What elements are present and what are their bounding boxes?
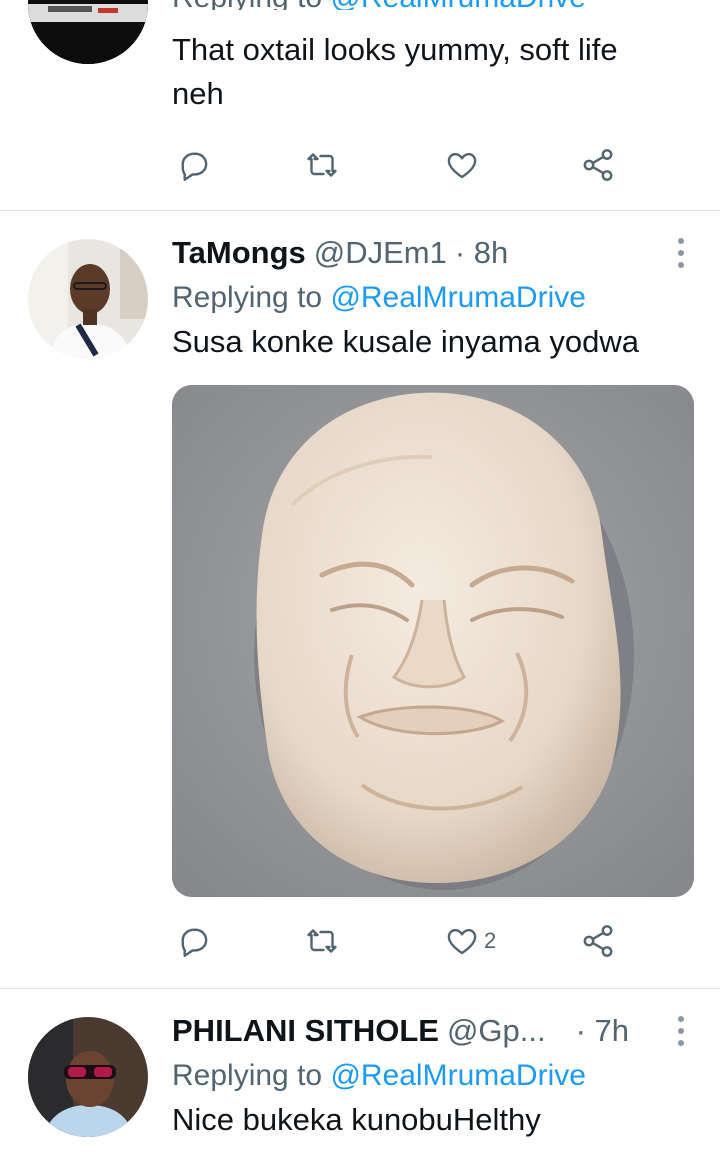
timestamp[interactable]: · 8h bbox=[455, 233, 508, 273]
replying-to: Replying to @RealMrumaDrive bbox=[172, 278, 696, 318]
author-line: PHILANI SITHOLE @Gp... · 7h bbox=[172, 1011, 696, 1051]
share-button[interactable] bbox=[580, 145, 616, 185]
replying-to-link[interactable]: @RealMrumaDrive bbox=[330, 281, 586, 314]
more-options-button[interactable] bbox=[666, 233, 696, 273]
share-icon bbox=[583, 925, 613, 957]
retweet-button[interactable] bbox=[304, 921, 340, 961]
share-button[interactable] bbox=[580, 921, 616, 961]
more-vertical-icon bbox=[678, 238, 684, 244]
retweet-button[interactable] bbox=[304, 145, 340, 185]
speech-bubble-icon bbox=[181, 152, 208, 181]
tweet-text: Susa konke kusale inyama yodwa bbox=[172, 324, 639, 359]
replying-to-link[interactable]: @RealMrumaDrive bbox=[330, 0, 586, 10]
avatar-image bbox=[28, 239, 148, 359]
user-handle[interactable]: @DJEm1 bbox=[314, 233, 447, 273]
avatar-image bbox=[28, 0, 148, 64]
speech-bubble-icon bbox=[181, 928, 208, 957]
user-handle[interactable]: @Gp... bbox=[447, 1011, 546, 1051]
heart-icon bbox=[447, 152, 477, 179]
tweet-1[interactable]: Replying to @RealMrumaDrive That oxtail … bbox=[0, 0, 720, 210]
sculpted-face-image bbox=[172, 385, 694, 897]
display-name[interactable]: PHILANI SITHOLE bbox=[172, 1011, 439, 1051]
display-name[interactable]: TaMongs bbox=[172, 233, 306, 273]
reply-button[interactable] bbox=[176, 145, 212, 185]
like-button[interactable] bbox=[444, 145, 480, 185]
share-icon bbox=[583, 149, 613, 181]
avatar[interactable] bbox=[28, 239, 148, 359]
like-count: 2 bbox=[484, 928, 497, 953]
retweet-icon bbox=[307, 153, 337, 177]
retweet-icon bbox=[307, 929, 337, 953]
tweet-3[interactable]: PHILANI SITHOLE @Gp... · 7h Replying to … bbox=[0, 989, 720, 1168]
replying-to: Replying to @RealMrumaDrive bbox=[172, 0, 696, 10]
replying-to: Replying to @RealMrumaDrive bbox=[172, 1056, 696, 1096]
reply-button[interactable] bbox=[176, 921, 212, 961]
tweet-text: Nice bukeka kunobuHelthy bbox=[172, 1102, 541, 1137]
more-vertical-icon bbox=[678, 1016, 684, 1022]
replying-to-label: Replying to bbox=[172, 281, 323, 314]
replying-to-label: Replying to bbox=[172, 0, 322, 10]
tweet-text: That oxtail looks yummy, soft life neh bbox=[172, 32, 618, 111]
timestamp[interactable]: · 7h bbox=[576, 1011, 629, 1051]
replying-to-label: Replying to bbox=[172, 1059, 323, 1092]
avatar-image bbox=[28, 1017, 148, 1137]
heart-icon bbox=[447, 928, 477, 955]
tweet-media-image[interactable] bbox=[172, 385, 694, 897]
replying-to-link[interactable]: @RealMrumaDrive bbox=[330, 1059, 586, 1092]
avatar[interactable] bbox=[28, 0, 148, 64]
more-options-button[interactable] bbox=[666, 1011, 696, 1051]
avatar[interactable] bbox=[28, 1017, 148, 1137]
author-line: TaMongs @DJEm1 · 8h bbox=[172, 233, 696, 273]
like-button[interactable]: 2 bbox=[444, 921, 496, 961]
